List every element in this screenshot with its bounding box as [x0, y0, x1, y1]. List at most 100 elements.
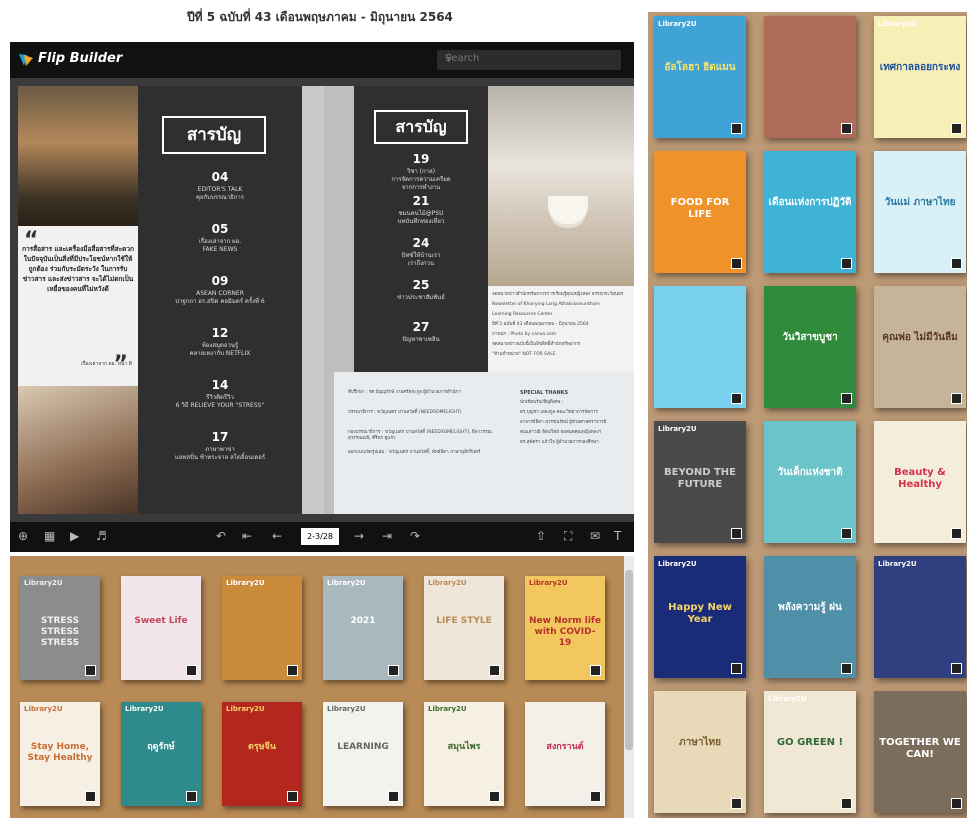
next-page-icon[interactable]: →: [354, 529, 364, 543]
sound-icon[interactable]: ♬: [96, 529, 107, 543]
qr-code-icon: [731, 528, 742, 539]
shelf-book-cover[interactable]: Library2U Stay Home, Stay Healthy: [20, 702, 100, 806]
cover-title: ภาษาไทย: [679, 737, 721, 748]
toc-entry-text[interactable]: ชมนคนไม้@PSU: [354, 210, 488, 218]
fullscreen-icon[interactable]: ⛶: [564, 529, 572, 544]
thumbnails-icon[interactable]: ▦: [44, 529, 55, 543]
toc-entry-text[interactable]: จากการทำงาน: [354, 184, 488, 192]
page-counter-input[interactable]: 2-3/28: [301, 528, 339, 545]
toc-entry-text[interactable]: บทบันทึกท่องเที่ยว: [354, 218, 488, 226]
grid-book-cover[interactable]: [764, 16, 856, 138]
shelf-book-cover[interactable]: Sweet Life: [121, 576, 201, 680]
text-icon[interactable]: T: [614, 529, 621, 543]
toc-title: สารบัญ: [162, 116, 266, 154]
shelf-book-cover[interactable]: Library2U ตรุษจีน: [222, 702, 302, 806]
toc-entry-text[interactable]: ปาฐกถา อร.สปิด คอมิมตร์ ครั้งที่ 6: [138, 298, 302, 306]
cover-title: สงกรานต์: [546, 742, 584, 752]
toc-entry-text[interactable]: FAKE NEWS: [138, 246, 302, 254]
toc-entry-text[interactable]: เรื่องเล่าจาก ผอ.: [138, 238, 302, 246]
grid-book-cover[interactable]: ภาษาไทย: [654, 691, 746, 813]
toc-entry-text[interactable]: รีวิวติดรีวิว: [138, 394, 302, 402]
shelf-book-cover[interactable]: Library2U LIFE STYLE: [424, 576, 504, 680]
play-icon[interactable]: ▶: [70, 529, 79, 543]
toc-entry-text[interactable]: เราถึงกวน: [354, 260, 488, 268]
qr-code-icon: [841, 798, 852, 809]
toc-entry-text[interactable]: ปัญหาพาเพลิน: [354, 336, 488, 344]
grid-book-cover[interactable]: Library2U BEYOND THE FUTURE: [654, 421, 746, 543]
child-phone-photo: [18, 386, 138, 514]
shelf-book-cover[interactable]: Library2U 2021: [323, 576, 403, 680]
shelf-book-cover[interactable]: Library2U STRESS STRESS STRESS: [20, 576, 100, 680]
qr-code-icon: [388, 791, 399, 802]
toc-entry-text[interactable]: ข่าวประชาสัมพันธ์: [354, 294, 488, 302]
qr-code-icon: [951, 393, 962, 404]
toc-entry-text[interactable]: EDITOR'S TALK: [138, 186, 302, 194]
search-icon[interactable]: ⚲: [445, 53, 615, 64]
scroll-thumb[interactable]: [625, 570, 633, 750]
back-icon[interactable]: ↶: [216, 529, 226, 543]
last-page-icon[interactable]: ⇥: [382, 529, 392, 543]
toc-entry-text[interactable]: คลายเหงากับ NETFLIX: [138, 350, 302, 358]
credit-line: จดหมายข่าวสำนักทรัพยากรการเรียนรู้คุณหญิ…: [492, 292, 624, 297]
toc-entry-text[interactable]: 6 วิธี RELIEVE YOUR "STRESS": [138, 402, 302, 410]
cover-title: Sweet Life: [134, 616, 188, 626]
toc-entry-text[interactable]: คุยกับบรรณาธิการ: [138, 194, 302, 202]
grid-book-cover[interactable]: วันวิสาขบูชา: [764, 286, 856, 408]
toc-number: 25: [412, 278, 430, 292]
cover-brand: Library2U: [226, 579, 265, 587]
grid-book-cover[interactable]: Library2U อัลโลฮา ฮิดแมน: [654, 16, 746, 138]
shelf-book-cover[interactable]: Library2U LEARNING: [323, 702, 403, 806]
thanks-line: นักเขียนรับเชิญพิเศษ :: [520, 400, 564, 405]
grid-book-cover[interactable]: วันเด็กแห่งชาติ: [764, 421, 856, 543]
shelf-book-cover[interactable]: สงกรานต์: [525, 702, 605, 806]
qr-code-icon: [186, 665, 197, 676]
first-page-icon[interactable]: ⇤: [242, 529, 252, 543]
toc-entry-text[interactable]: ภาษาพาข่า: [138, 446, 302, 454]
toc-number: 05: [211, 222, 229, 236]
toc-entry-text[interactable]: บิทซ์ให้บ้านเรา: [354, 252, 488, 260]
shelf-book-cover[interactable]: Library2U สมุนไพร: [424, 702, 504, 806]
qr-code-icon: [85, 665, 96, 676]
shelf-book-cover[interactable]: Library2U: [222, 576, 302, 680]
grid-book-cover[interactable]: TOGETHER WE CAN!: [874, 691, 966, 813]
shelf-scrollbar[interactable]: [624, 556, 634, 818]
grid-book-cover[interactable]: วันแม่ ภาษาไทย: [874, 151, 966, 273]
cover-title: BEYOND THE FUTURE: [663, 467, 736, 490]
grid-book-cover[interactable]: FOOD FOR LIFE: [654, 151, 746, 273]
qr-code-icon: [951, 528, 962, 539]
staff-line: ออกแบบ/จัดรูปเล่ม : ขวัญเนตร ปานสวัสดิ์,…: [348, 450, 481, 455]
toc-entry-text[interactable]: ห้องสมุดอวนรู้: [138, 342, 302, 350]
cover-brand: Library2U: [428, 705, 467, 713]
grid-book-cover[interactable]: [654, 286, 746, 408]
search-input[interactable]: Search ⚲: [437, 50, 621, 70]
grid-book-cover[interactable]: Library2U Happy New Year: [654, 556, 746, 678]
grid-book-cover[interactable]: Library2U เทศกาลลอยกระทง: [874, 16, 966, 138]
toc-entry-text[interactable]: การจัดการความเครียด: [354, 176, 488, 184]
qr-code-icon: [731, 393, 742, 404]
qr-code-icon: [951, 123, 962, 134]
grid-book-cover[interactable]: Beauty & Healthy: [874, 421, 966, 543]
grid-book-cover[interactable]: คุณพ่อ ไม่มีวันลืม: [874, 286, 966, 408]
email-icon[interactable]: ✉: [590, 529, 600, 543]
forward-icon[interactable]: ↷: [410, 529, 420, 543]
qr-code-icon: [388, 665, 399, 676]
staff-block: ที่ปรึกษา : รศ.ปัญญรักษ์ งามศรีตระกูล ผู…: [334, 372, 634, 514]
qr-code-icon: [590, 665, 601, 676]
grid-book-cover[interactable]: พลังความรู้ ฝน: [764, 556, 856, 678]
shelf-book-cover[interactable]: Library2U ฤดูรักษ์: [121, 702, 201, 806]
grid-book-cover[interactable]: Library2U: [874, 556, 966, 678]
shelf-book-cover[interactable]: Library2U New Norm life with COVID-19: [525, 576, 605, 680]
toc-entry-text[interactable]: วิชา (กาล): [354, 168, 488, 176]
grid-book-cover[interactable]: เดือนแห่งการปฏิวัติ: [764, 151, 856, 273]
cover-title: New Norm life with COVID-19: [529, 616, 601, 648]
cover-title: 2021: [350, 616, 376, 626]
credit-line: Learning Resources Center: [492, 312, 553, 317]
prev-page-icon[interactable]: ←: [272, 529, 282, 543]
toc-number: 24: [412, 236, 430, 250]
grid-book-cover[interactable]: Library2U GO GREEN !: [764, 691, 856, 813]
toc-entry-text[interactable]: แอทสปั่น ซ้าทระจาล สโตลิ้อนเดอร์: [138, 454, 302, 462]
share-icon[interactable]: ⇧: [536, 529, 546, 543]
toc-entry-text[interactable]: ASEAN CORNER: [138, 290, 302, 298]
zoom-in-icon[interactable]: ⊕: [18, 529, 28, 543]
cover-title: อัลโลฮา ฮิดแมน: [664, 62, 736, 73]
